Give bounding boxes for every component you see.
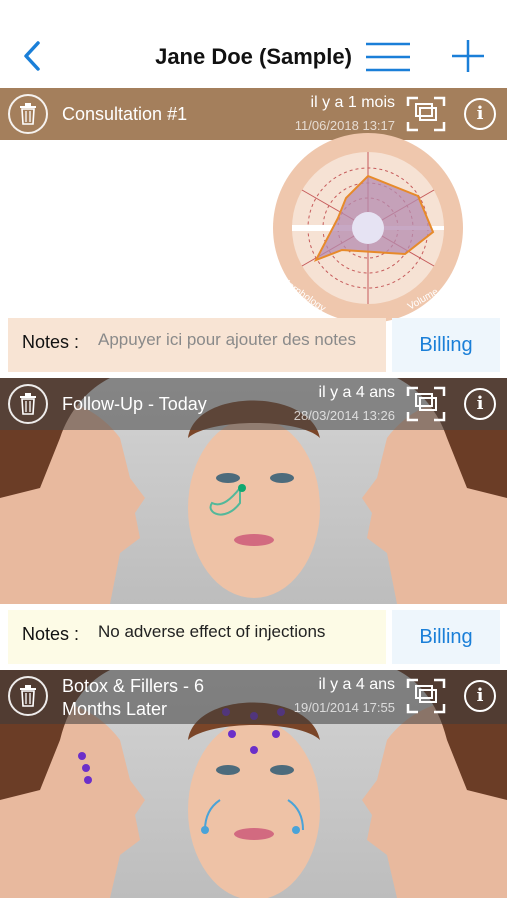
session-title-line2[interactable]: Months Later (62, 699, 167, 720)
trash-icon (20, 103, 36, 125)
gallery-icon[interactable] (406, 96, 446, 132)
billing-button[interactable]: Billing (392, 318, 500, 372)
nav-bar: Jane Doe (Sample) (0, 0, 507, 88)
notes-placeholder: Appuyer ici pour ajouter des notes (98, 330, 356, 349)
delete-button[interactable] (8, 94, 48, 134)
session-relative-time: il y a 4 ans (318, 384, 395, 401)
session-header: Botox & Fillers - 6 Months Later il y a … (0, 670, 507, 724)
gallery-icon[interactable] (406, 386, 446, 422)
session-title[interactable]: Follow-Up - Today (62, 394, 207, 415)
session-date: 11/06/2018 13:17 (294, 118, 395, 133)
session-card-consultation: Consultation #1 il y a 1 mois 11/06/2018… (0, 88, 507, 378)
session-title[interactable]: Consultation #1 (62, 104, 187, 125)
notes-text: No adverse effect of injections (98, 622, 326, 641)
notes-label: Notes : (22, 332, 80, 352)
billing-label: Billing (419, 626, 473, 648)
session-title[interactable]: Botox & Fillers - 6 (62, 676, 204, 697)
info-icon[interactable]: i (464, 388, 496, 420)
page-title: Jane Doe (Sample) (155, 44, 352, 69)
notes-label: Notes : (22, 624, 80, 644)
session-relative-time: il y a 1 mois (310, 94, 395, 111)
delete-button[interactable] (8, 384, 48, 424)
session-date: 19/01/2014 17:55 (293, 700, 395, 715)
info-icon[interactable]: i (464, 680, 496, 712)
notes-field[interactable]: Notes : Appuyer ici pour ajouter des not… (8, 318, 386, 372)
session-relative-time: il y a 4 ans (318, 676, 395, 693)
session-header: Follow-Up - Today il y a 4 ans 28/03/201… (0, 378, 507, 430)
notes-field[interactable]: Notes : No adverse effect of injections (8, 610, 386, 664)
gallery-icon[interactable] (406, 678, 446, 714)
billing-button[interactable]: Billing (392, 610, 500, 664)
add-icon[interactable] (450, 38, 486, 74)
session-card-botox: Botox & Fillers - 6 Months Later il y a … (0, 670, 507, 900)
trash-icon (20, 393, 36, 415)
info-icon[interactable]: i (464, 98, 496, 130)
delete-button[interactable] (8, 676, 48, 716)
session-card-follow-up: Follow-Up - Today il y a 4 ans 28/03/201… (0, 378, 507, 666)
billing-label: Billing (419, 334, 473, 356)
menu-icon[interactable] (364, 40, 412, 74)
session-date: 28/03/2014 13:26 (293, 408, 395, 423)
assessment-radar-chart[interactable]: Volume Morphology (250, 132, 490, 322)
trash-icon (20, 685, 36, 707)
